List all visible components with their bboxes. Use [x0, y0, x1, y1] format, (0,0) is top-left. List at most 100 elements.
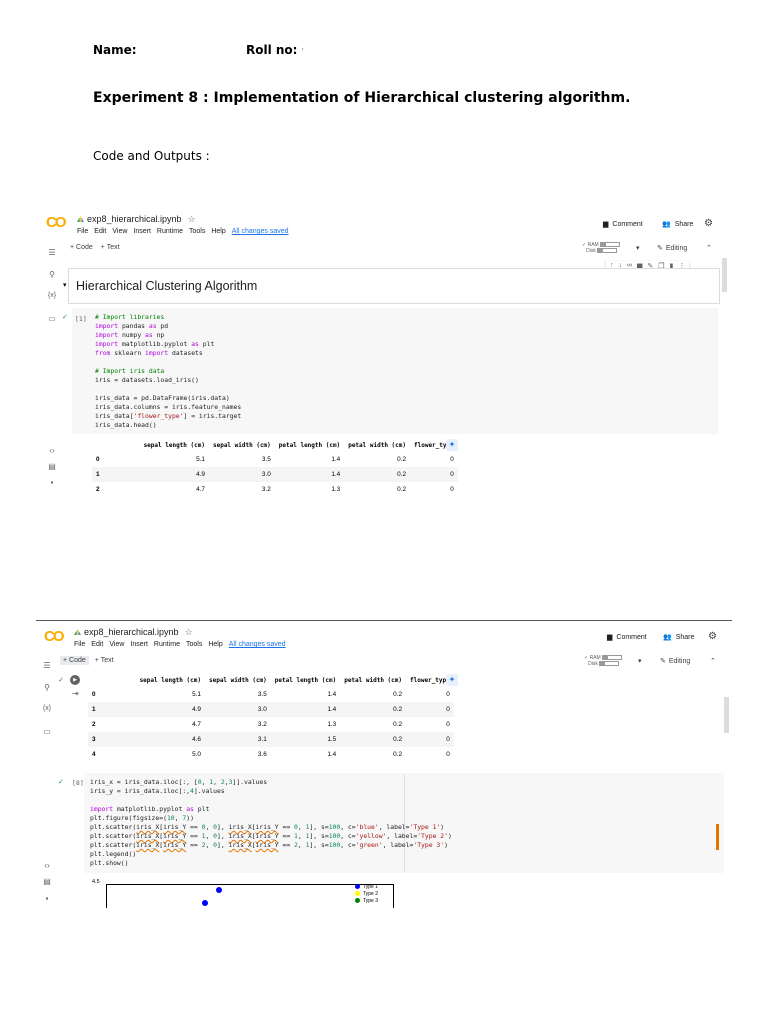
cell-prompt: [8] [72, 779, 84, 787]
runtime-dropdown[interactable]: ▾ [636, 244, 640, 252]
ram-disk-indicator[interactable]: ✓ RAM Disk [584, 655, 623, 667]
row-index: 2 [92, 721, 96, 728]
table-cell: 0.2 [344, 467, 410, 482]
scrollbar[interactable] [724, 697, 729, 733]
star-icon[interactable]: ☆ [185, 627, 193, 637]
runtime-dropdown[interactable]: ▾ [638, 657, 642, 665]
collapse-header-button[interactable]: ⌃ [706, 244, 712, 252]
folder-icon[interactable]: ▭ [41, 727, 53, 736]
table-cell: 1.5 [270, 732, 341, 747]
code-cell-2-source[interactable]: iris_x = iris_data.iloc[:, [0, 1, 2,3]].… [90, 778, 452, 868]
saved-status[interactable]: All changes saved [229, 641, 286, 648]
comment-button[interactable]: ▆ Comment [603, 220, 643, 229]
chevron-up-icon: ⌃ [710, 658, 716, 665]
code-snippets-icon[interactable]: ‹› [46, 446, 58, 455]
toc-icon[interactable]: ☰ [41, 661, 53, 670]
variables-icon[interactable]: {x} [41, 705, 53, 712]
colab-logo: CO [46, 214, 66, 231]
menu-tools[interactable]: Tools [189, 228, 205, 235]
comment-button[interactable]: ▆ Comment [607, 633, 647, 642]
menu-view[interactable]: View [109, 641, 124, 648]
column-header[interactable]: sepal length (cm) [104, 438, 209, 452]
table-cell: 4.9 [99, 702, 205, 717]
table-header-row: sepal length (cm) sepal width (cm) petal l… [92, 438, 458, 452]
column-header[interactable]: petal width (cm) [340, 673, 406, 687]
star-icon[interactable]: ☆ [188, 214, 196, 224]
menu-file[interactable]: File [74, 641, 85, 648]
terminal-icon[interactable]: ▪ [46, 478, 58, 487]
variables-icon[interactable]: {x} [46, 292, 58, 299]
menu-help[interactable]: Help [211, 228, 225, 235]
run-cell-button[interactable]: ▶ [70, 675, 80, 685]
folder-icon[interactable]: ▭ [46, 314, 58, 323]
index-header [92, 438, 104, 452]
code-snippets-icon[interactable]: ‹› [41, 861, 53, 870]
share-button[interactable]: 👥 Share [662, 220, 693, 229]
magic-wand-icon[interactable]: ✦ [446, 674, 458, 686]
menu-runtime[interactable]: Runtime [157, 228, 183, 235]
table-cell: 4.6 [99, 732, 205, 747]
heading-cell[interactable]: ▾ Hierarchical Clustering Algorithm [63, 268, 720, 304]
share-button[interactable]: 👥 Share [663, 633, 694, 642]
table-cell: 4.7 [196, 486, 205, 493]
column-header[interactable]: sepal length (cm) [100, 673, 205, 687]
column-header[interactable]: sepal width (cm) [205, 673, 271, 687]
menu-edit[interactable]: Edit [91, 641, 103, 648]
column-header[interactable]: petal length (cm) [275, 438, 344, 452]
notebook-filename[interactable]: exp8_hierarchical.ipynb ☆ [74, 627, 193, 638]
column-header[interactable]: petal width (cm) [344, 438, 410, 452]
table-cell: 3.2 [261, 486, 271, 493]
menu-tools[interactable]: Tools [186, 641, 202, 648]
scrollbar[interactable] [722, 258, 727, 292]
menu-edit[interactable]: Edit [94, 228, 106, 235]
row-index: 0 [92, 691, 96, 698]
add-code-button[interactable]: + Code [60, 656, 89, 665]
editing-mode[interactable]: ✎ Editing [660, 657, 690, 666]
command-palette-icon[interactable]: ▤ [41, 877, 53, 886]
command-palette-icon[interactable]: ▤ [46, 462, 58, 471]
collapse-section-icon[interactable]: ▾ [63, 281, 67, 289]
notebook-filename[interactable]: exp8_hierarchical.ipynb ☆ [77, 214, 196, 225]
add-text-button[interactable]: + Text [95, 657, 114, 664]
table-header-row: sepal length (cm) sepal width (cm) petal l… [88, 673, 454, 687]
menu-insert[interactable]: Insert [133, 228, 151, 235]
gear-icon[interactable]: ⚙ [708, 631, 717, 642]
search-icon[interactable]: ⚲ [41, 683, 53, 692]
roll-label: Roll no: ' [246, 43, 304, 57]
table-cell: 0.2 [397, 486, 406, 493]
menu-view[interactable]: View [112, 228, 127, 235]
colab-screenshot-2: CO exp8_hierarchical.ipynb ☆ File Edit View… [36, 621, 732, 908]
table-cell: 5.1 [192, 691, 201, 698]
chevron-up-icon: ⌃ [706, 245, 712, 252]
collapse-header-button[interactable]: ⌃ [710, 657, 716, 665]
gear-icon[interactable]: ⚙ [704, 218, 713, 229]
ram-disk-indicator[interactable]: ✓ RAM Disk [582, 242, 621, 254]
y-tick-label: 4.5 [92, 879, 100, 885]
column-header[interactable]: sepal width (cm) [209, 438, 275, 452]
search-icon[interactable]: ⚲ [46, 270, 58, 279]
filename-text: exp8_hierarchical.ipynb [87, 214, 182, 224]
add-text-button[interactable]: + Text [101, 244, 120, 251]
editing-mode[interactable]: ✎ Editing [657, 244, 687, 253]
add-code-button[interactable]: + Code [70, 244, 93, 251]
table-cell: 3.1 [204, 732, 271, 747]
menu-help[interactable]: Help [208, 641, 222, 648]
table-row: 0 5.1 3.5 1.4 0.2 0 [88, 687, 454, 702]
menu-runtime[interactable]: Runtime [154, 641, 180, 648]
menu-file[interactable]: File [77, 228, 88, 235]
saved-status[interactable]: All changes saved [232, 228, 289, 235]
table-cell: 3.5 [261, 456, 271, 463]
table-cell: 0 [446, 751, 450, 758]
toc-icon[interactable]: ☰ [46, 248, 58, 257]
terminal-icon[interactable]: ▪ [41, 894, 53, 903]
cell-run-status-icon: ✓ [58, 779, 64, 786]
table-cell: 5.1 [196, 456, 205, 463]
code-cell-1-source[interactable]: # Import libraries import pandas as pd i… [95, 313, 241, 430]
menu-insert[interactable]: Insert [130, 641, 148, 648]
magic-wand-icon[interactable]: ✦ [446, 439, 458, 451]
disk-label: Disk [588, 661, 598, 667]
table-cell: 0 [450, 486, 454, 493]
table-cell: 3.0 [208, 467, 275, 482]
table-cell: 0.2 [393, 721, 402, 728]
column-header[interactable]: petal length (cm) [271, 673, 340, 687]
